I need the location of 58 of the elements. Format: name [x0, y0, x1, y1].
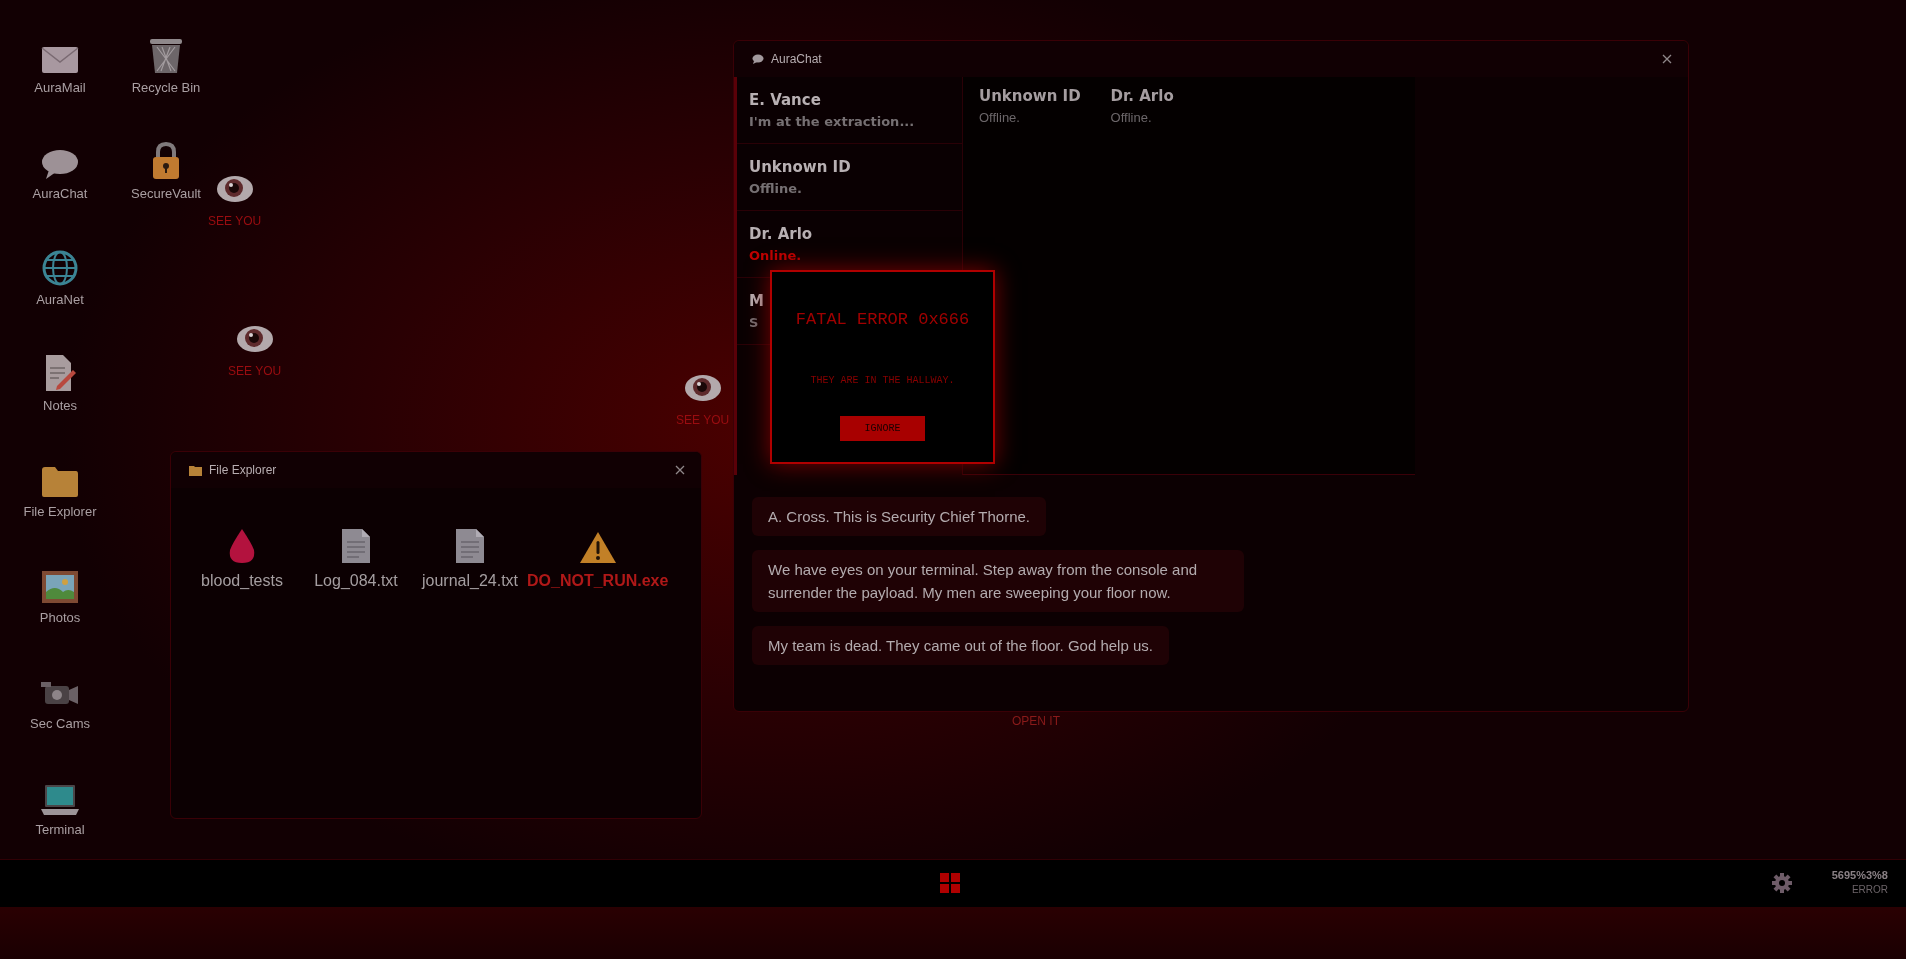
clock-date: ERROR	[1851, 884, 1888, 895]
wastebasket-icon	[149, 38, 183, 74]
contact-status: S	[749, 315, 759, 330]
desktop-shortcut[interactable]: Recycle Bin	[131, 19, 201, 95]
file-item[interactable]: Log_084.txt	[299, 522, 413, 590]
contact-status: Online.	[749, 248, 802, 263]
desktop-shortcut[interactable]: File Explorer	[23, 443, 97, 519]
desktop-shortcut[interactable]: AuraChat	[32, 125, 88, 201]
eye-icon	[235, 324, 274, 354]
desktop-shortcut[interactable]: Terminal	[35, 761, 85, 837]
padlock-icon	[151, 142, 181, 180]
contact-name: Dr. Arlo	[1110, 87, 1174, 105]
eye-caption: SEE YOU	[676, 413, 730, 427]
envelope-icon	[41, 46, 79, 74]
desktop-shortcut[interactable]: Notes	[43, 337, 77, 413]
contact-name: Unknown ID	[979, 87, 1081, 105]
speech-bubble-icon	[752, 54, 764, 64]
desktop-shortcut[interactable]: AuraMail	[34, 19, 86, 95]
document-icon	[341, 528, 371, 564]
desktop-shortcut[interactable]: Sec Cams	[30, 655, 90, 731]
contact-name: M	[749, 292, 764, 310]
message-bubble: A. Cross. This is Security Chief Thorne.	[752, 497, 1047, 536]
contact-status: Offline.	[749, 181, 803, 196]
message-bubble: We have eyes on your terminal. Step away from the console and surrender the payload. My men are sweeping your floor now.	[752, 550, 1244, 612]
framed-picture-icon	[41, 570, 79, 604]
message-bubble: My team is dead. They came out of the floor. God help us.	[752, 626, 1169, 665]
desktop-shortcut[interactable]: SecureVault	[131, 125, 201, 201]
faded-label: OPEN IT	[1012, 714, 1060, 728]
eye-icon	[215, 174, 254, 204]
eye-caption: SEE YOU	[228, 364, 282, 378]
file-item[interactable]: blood_tests	[185, 522, 299, 590]
window-title: AuraChat	[771, 52, 823, 66]
folder-icon	[189, 464, 202, 476]
settings-button[interactable]	[1772, 873, 1792, 896]
file-item[interactable]: journal_24.txt	[413, 522, 527, 590]
eye-icon	[683, 373, 722, 403]
speech-bubble-icon	[41, 148, 79, 180]
contact-name: E. Vance	[749, 91, 821, 109]
start-button[interactable]	[940, 873, 960, 896]
contact-status: Offline.	[1110, 110, 1153, 125]
folder-icon	[41, 466, 79, 498]
note-pencil-icon	[43, 354, 77, 392]
blood-drop-icon	[228, 528, 256, 564]
eye-caption: SEE YOU	[208, 214, 262, 228]
globe-icon	[42, 250, 78, 286]
clock-time: 5695%3%8	[1831, 869, 1888, 881]
desktop-shortcut[interactable]: Photos	[39, 549, 81, 625]
error-message: THEY ARE IN THE HALLWAY.	[810, 375, 955, 386]
window-title: File Explorer	[209, 463, 278, 477]
contact-status: I'm at the extraction...	[749, 114, 915, 129]
contact-status: Offline.	[979, 110, 1021, 125]
document-icon	[455, 528, 485, 564]
contact-name: Dr. Arlo	[749, 225, 813, 243]
warning-icon	[578, 531, 617, 564]
error-title: FATAL ERROR 0x666	[795, 310, 970, 329]
contact-name: Unknown ID	[749, 158, 851, 176]
desktop-shortcut[interactable]: AuraNet	[36, 231, 84, 307]
laptop-icon	[40, 784, 80, 816]
